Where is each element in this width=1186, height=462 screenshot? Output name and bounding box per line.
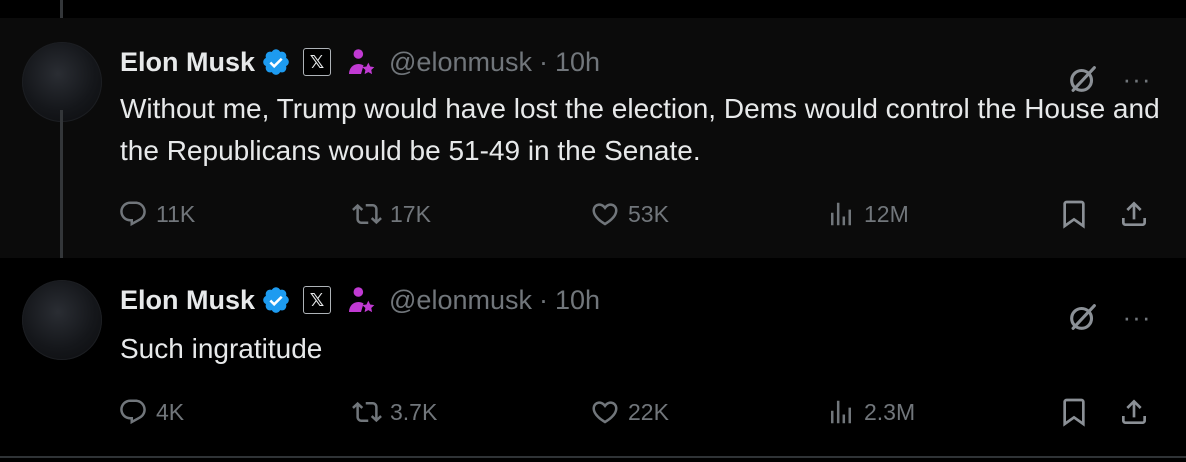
bookmark-icon: [1063, 398, 1085, 427]
author-handle[interactable]: @elonmusk: [389, 285, 532, 316]
views-button[interactable]: 12M: [826, 194, 909, 234]
separator-dot: ·: [538, 284, 548, 315]
retweet-icon: [352, 401, 382, 423]
tweet-header: Elon Musk 𝕏 @elonmusk · 10h: [120, 280, 600, 320]
bookmark-button[interactable]: [1058, 194, 1090, 234]
share-button[interactable]: [1118, 392, 1150, 432]
reply-button[interactable]: 4K: [118, 392, 184, 432]
retweet-count: 17K: [390, 200, 431, 227]
tweet-header: Elon Musk 𝕏 @elonmusk · 10h: [120, 42, 600, 82]
thread-connector: [60, 110, 63, 268]
views-icon: [831, 400, 851, 424]
thread-connector-top: [60, 0, 63, 18]
tweet-actions: 4K 3.7K 22K 2.3M: [118, 392, 1158, 432]
author-name[interactable]: Elon Musk: [120, 47, 255, 78]
like-button[interactable]: 22K: [590, 392, 669, 432]
like-icon: [592, 203, 618, 226]
x-affiliate-badge-icon[interactable]: 𝕏: [303, 48, 332, 76]
reply-button[interactable]: 11K: [118, 194, 195, 234]
views-button[interactable]: 2.3M: [826, 392, 915, 432]
like-count: 53K: [628, 200, 669, 227]
timestamp[interactable]: 10h: [555, 285, 600, 316]
tweet-text: Such ingratitude: [120, 333, 323, 364]
tweet-1[interactable]: Elon Musk 𝕏 @elonmusk · 10h ··· Without …: [0, 18, 1186, 258]
retweet-button[interactable]: 3.7K: [352, 392, 437, 432]
timestamp[interactable]: 10h: [555, 47, 600, 78]
like-count: 22K: [628, 398, 669, 425]
reply-count: 11K: [156, 200, 196, 227]
divider: [0, 456, 1186, 458]
views-count: 12M: [864, 200, 909, 227]
share-icon: [1122, 201, 1146, 226]
affiliate-person-icon[interactable]: [345, 284, 377, 316]
bookmark-button[interactable]: [1058, 392, 1090, 432]
retweet-button[interactable]: 17K: [352, 194, 431, 234]
views-icon: [831, 202, 851, 226]
retweet-icon: [352, 203, 382, 225]
reply-count: 4K: [156, 398, 185, 425]
share-icon: [1122, 399, 1146, 424]
retweet-count: 3.7K: [390, 398, 438, 425]
bookmark-icon: [1063, 200, 1085, 229]
timeline: Elon Musk 𝕏 @elonmusk · 10h ··· Without …: [0, 0, 1186, 462]
share-button[interactable]: [1118, 194, 1150, 234]
tweet-2[interactable]: Elon Musk 𝕏 @elonmusk · 10h ··· Such ing…: [0, 258, 1186, 456]
author-handle[interactable]: @elonmusk: [389, 47, 532, 78]
affiliate-person-icon[interactable]: [345, 46, 377, 78]
reply-icon: [120, 201, 146, 227]
tweet-actions: 11K 17K 53K 12M: [118, 194, 1158, 234]
reply-icon: [120, 399, 146, 425]
avatar[interactable]: [22, 280, 102, 360]
verified-badge-icon[interactable]: [261, 47, 291, 77]
author-name[interactable]: Elon Musk: [120, 285, 255, 316]
like-icon: [592, 401, 618, 424]
views-count: 2.3M: [864, 398, 916, 425]
like-button[interactable]: 53K: [590, 194, 669, 234]
separator-dot: ·: [538, 46, 548, 77]
x-affiliate-badge-icon[interactable]: 𝕏: [303, 286, 332, 314]
tweet-text: Without me, Trump would have lost the el…: [120, 93, 1160, 166]
verified-badge-icon[interactable]: [261, 285, 291, 315]
